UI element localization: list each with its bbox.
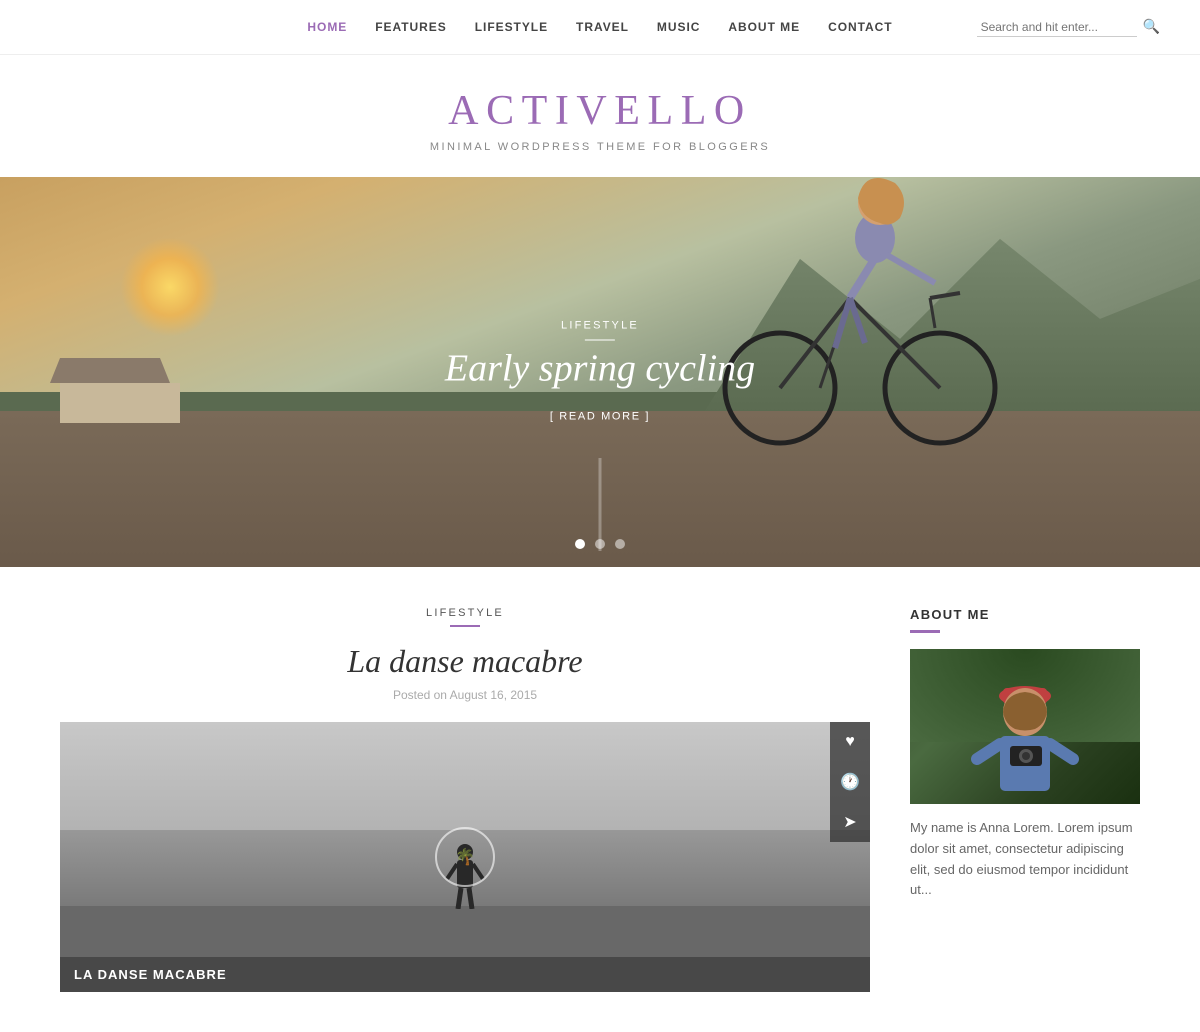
hero-house (60, 363, 180, 423)
search-area: 🔍 (977, 18, 1160, 37)
nav-item-home[interactable]: HOME (307, 18, 347, 36)
hero-readmore-button[interactable]: [ READ MORE ] (550, 411, 650, 423)
sidebar-about-image (910, 649, 1140, 804)
search-input[interactable] (977, 18, 1137, 37)
hero-title: Early spring cycling (445, 347, 755, 391)
hero-house-roof (50, 358, 170, 383)
sidebar-title-line (910, 630, 940, 633)
post-date: Posted on August 16, 2015 (60, 688, 870, 702)
nav-link-contact[interactable]: CONTACT (828, 20, 893, 34)
nav-link-travel[interactable]: TRAVEL (576, 20, 629, 34)
nav-link-lifestyle[interactable]: LIFESTYLE (475, 20, 548, 34)
post-image-wrapper: 🌴 LA DANSE MACABRE ♥ 🕐 ➤ (60, 722, 870, 992)
about-person-svg (965, 674, 1085, 804)
hero-road-line (599, 458, 602, 552)
about-image-bg (910, 649, 1140, 804)
site-title: ACTIVELLO (0, 87, 1200, 135)
sidebar-about-text: My name is Anna Lorem. Lorem ipsum dolor… (910, 818, 1140, 901)
nav-item-aboutme[interactable]: ABOUT ME (728, 18, 800, 36)
palm-icon: 🌴 (455, 847, 475, 867)
site-header: ACTIVELLO MINIMAL WORDPRESS THEME FOR BL… (0, 55, 1200, 177)
nav-item-features[interactable]: FEATURES (375, 18, 446, 36)
nav-item-travel[interactable]: TRAVEL (576, 18, 629, 36)
blog-main: LIFESTYLE La danse macabre Posted on Aug… (60, 607, 870, 992)
post-category: LIFESTYLE (60, 607, 870, 619)
hero-slider: LIFESTYLE Early spring cycling [ READ MO… (0, 177, 1200, 567)
nav-link-features[interactable]: FEATURES (375, 20, 446, 34)
slider-dot-3[interactable] (615, 539, 625, 549)
site-subtitle: MINIMAL WORDPRESS THEME FOR BLOGGERS (0, 141, 1200, 153)
post-image-title: LA DANSE MACABRE (74, 967, 856, 982)
post-image-actions: ♥ 🕐 ➤ (830, 722, 870, 842)
hero-content: LIFESTYLE Early spring cycling [ READ MO… (445, 320, 755, 425)
hero-person-svg (720, 177, 1000, 458)
share-button[interactable]: ➤ (830, 802, 870, 842)
like-button[interactable]: ♥ (830, 722, 870, 762)
main-nav: HOME FEATURES LIFESTYLE TRAVEL MUSIC ABO… (0, 0, 1200, 55)
send-icon: ➤ (843, 812, 856, 832)
sidebar: ABOUT ME (910, 607, 1140, 992)
nav-links: HOME FEATURES LIFESTYLE TRAVEL MUSIC ABO… (307, 18, 892, 36)
nav-link-aboutme[interactable]: ABOUT ME (728, 20, 800, 34)
post-image-bg: 🌴 LA DANSE MACABRE (60, 722, 870, 992)
main-content: LIFESTYLE La danse macabre Posted on Aug… (0, 567, 1200, 1032)
clock-icon: 🕐 (840, 772, 860, 792)
post-text-overlay: LA DANSE MACABRE (60, 957, 870, 992)
nav-item-contact[interactable]: CONTACT (828, 18, 893, 36)
search-icon[interactable]: 🔍 (1143, 19, 1160, 36)
nav-item-lifestyle[interactable]: LIFESTYLE (475, 18, 548, 36)
hero-category: LIFESTYLE (445, 320, 755, 332)
nav-item-music[interactable]: MUSIC (657, 18, 700, 36)
post-circle-icon: 🌴 (435, 827, 495, 887)
sidebar-about-title: ABOUT ME (910, 607, 1140, 622)
heart-icon: ♥ (845, 733, 855, 751)
nav-link-home[interactable]: HOME (307, 20, 347, 34)
nav-link-music[interactable]: MUSIC (657, 20, 700, 34)
post-category-line (450, 625, 480, 627)
slider-dots (575, 539, 625, 549)
post-title: La danse macabre (60, 643, 870, 680)
hero-divider (585, 340, 615, 341)
time-button[interactable]: 🕐 (830, 762, 870, 802)
slider-dot-1[interactable] (575, 539, 585, 549)
hero-house-body (60, 383, 180, 423)
post-image-sky (60, 722, 870, 844)
slider-dot-2[interactable] (595, 539, 605, 549)
